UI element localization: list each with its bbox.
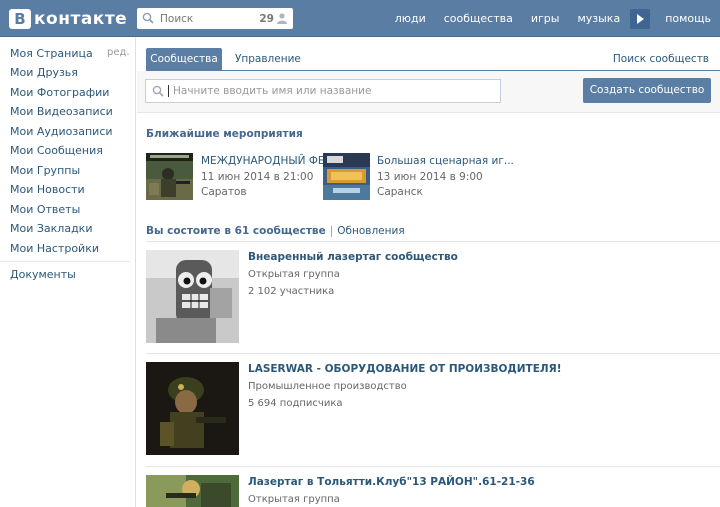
group-name-1[interactable]: Внеаренный лазертаг сообщество [248,251,458,263]
logo-text: контакте [34,9,128,29]
text-caret [168,85,169,97]
group-name-2[interactable]: LASERWAR - ОБОРУДОВАНИЕ ОТ ПРОИЗВОДИТЕЛЯ… [248,363,561,375]
search-placeholder: Поиск [160,12,194,25]
top-header: В контакте Поиск 29 люди сообщества игры… [0,0,720,37]
community-search-placeholder: Начните вводить имя или название [173,85,372,97]
nav-people[interactable]: люди [386,0,435,37]
sidebar-item-photos[interactable]: Мои Фотографии [10,86,109,99]
group-type-1: Открытая группа [248,269,340,280]
tab-communities[interactable]: Сообщества [146,48,222,70]
membership-separator: | [329,225,334,237]
group-type-3: Открытая группа [248,494,340,505]
sidebar-item-answers[interactable]: Мои Ответы [10,203,80,216]
main-content: Сообщества Управление Поиск сообществ На… [137,37,720,507]
header-search-input[interactable]: Поиск 29 [137,8,293,29]
sidebar-item-groups[interactable]: Мои Группы [10,164,80,177]
event-date-2: 13 июн 2014 в 9:00 [377,171,483,183]
user-icon [277,13,287,24]
community-search-bar: Начните вводить имя или название Создать… [137,71,720,113]
events-title: Ближайшие мероприятия [146,128,303,140]
group-name-3[interactable]: Лазертаг в Тольятти.Клуб"13 РАЙОН".61-21… [248,476,535,488]
tab-management[interactable]: Управление [235,53,301,65]
sidebar-item-friends[interactable]: Мои Друзья [10,66,78,79]
event-title-2[interactable]: Большая сценарная иг... [377,155,514,167]
search-icon [152,85,166,99]
sidebar-divider [0,261,130,262]
sidebar-item-documents[interactable]: Документы [10,268,76,281]
left-sidebar: Моя Страница ред. Мои Друзья Мои Фотогра… [0,37,136,507]
row-divider [146,466,720,467]
sidebar-item-videos[interactable]: Мои Видеозаписи [10,105,113,118]
sidebar-item-messages[interactable]: Мои Сообщения [10,144,103,157]
logo-letter: В [9,9,31,29]
group-avatar-3[interactable] [146,475,239,507]
play-icon[interactable] [630,8,651,29]
nav-music[interactable]: музыка [568,0,629,37]
vk-logo[interactable]: В контакте [9,8,127,30]
top-nav: люди сообщества игры музыка помощь [386,0,720,37]
sidebar-item-news[interactable]: Мои Новости [10,183,85,196]
search-icon [142,12,156,26]
group-count-1: 2 102 участника [248,286,335,297]
online-count: 29 [259,12,274,25]
section-divider [146,241,720,242]
membership-title: Вы состоите в 61 сообществе | Обновления [146,225,405,237]
event-date-1: 11 июн 2014 в 21:00 [201,171,314,183]
sidebar-item-audio[interactable]: Мои Аудиозаписи [10,125,113,138]
nav-communities[interactable]: сообщества [435,0,522,37]
event-city-1: Саратов [201,186,247,198]
event-thumbnail-1[interactable] [146,153,193,200]
group-avatar-2[interactable] [146,362,239,455]
sidebar-item-settings[interactable]: Мои Настройки [10,242,99,255]
membership-count: Вы состоите в 61 сообществе [146,225,326,237]
group-avatar-1[interactable] [146,250,239,343]
event-title-1[interactable]: МЕЖДУНАРОДНЫЙ ФЕ... [201,155,335,167]
sidebar-item-bookmarks[interactable]: Мои Закладки [10,222,92,235]
updates-link[interactable]: Обновления [337,225,404,237]
group-count-2: 5 694 подписчика [248,398,343,409]
nav-games[interactable]: игры [522,0,569,37]
event-thumbnail-2[interactable] [323,153,370,200]
sidebar-edit-link[interactable]: ред. [107,47,130,58]
event-city-2: Саранск [377,186,423,198]
find-communities-link[interactable]: Поиск сообществ [613,53,709,65]
row-divider [146,353,720,354]
group-type-2: Промышленное производство [248,381,407,392]
create-community-button[interactable]: Создать сообщество [583,78,711,103]
nav-help[interactable]: помощь [656,0,720,37]
community-search-input[interactable]: Начните вводить имя или название [145,79,501,103]
sidebar-item-my-page[interactable]: Моя Страница [10,47,93,60]
